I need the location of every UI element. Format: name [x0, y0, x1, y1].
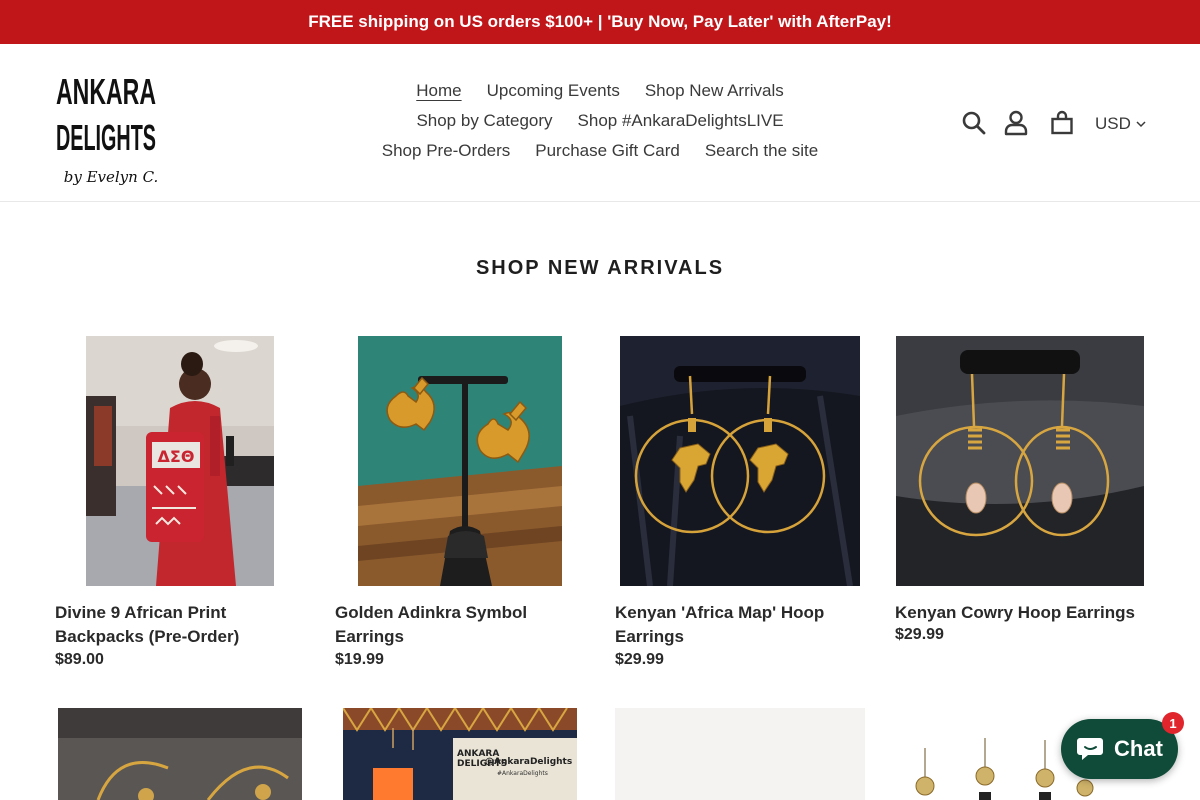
- backpack-letters: ΔΣΘ: [158, 447, 195, 466]
- chevron-down-icon: [1136, 121, 1146, 128]
- nav-shop-live[interactable]: Shop #AnkaraDelightsLIVE: [578, 110, 784, 132]
- account-icon[interactable]: [1004, 110, 1028, 141]
- search-icon[interactable]: [961, 110, 987, 141]
- product-image[interactable]: [620, 336, 860, 586]
- nav-search-site[interactable]: Search the site: [705, 140, 818, 162]
- chat-button[interactable]: Chat: [1061, 719, 1178, 779]
- product-card[interactable]: ANKARA DELIGHTS @AnkaraDelights #AnkaraD…: [343, 708, 577, 800]
- chat-label: Chat: [1114, 736, 1163, 761]
- nav-purchase-gift-card[interactable]: Purchase Gift Card: [535, 140, 680, 162]
- product-name[interactable]: Divine 9 African Print Backpacks (Pre-Or…: [55, 601, 305, 649]
- product-card[interactable]: Golden Adinkra Symbol Earrings $19.99: [335, 336, 585, 676]
- product-image[interactable]: [58, 708, 302, 800]
- logo-tagline: by Evelyn C.: [64, 168, 157, 186]
- nav-shop-pre-orders[interactable]: Shop Pre-Orders: [382, 140, 511, 162]
- product-image[interactable]: ANKARA DELIGHTS @AnkaraDelights #AnkaraD…: [343, 708, 577, 800]
- product-price: $19.99: [335, 651, 384, 668]
- site-header: ANKARA DELIGHTS by Evelyn C. Home Upcomi…: [0, 44, 1200, 202]
- product-name[interactable]: Kenyan Cowry Hoop Earrings: [895, 601, 1145, 625]
- currency-selector[interactable]: USD: [1095, 114, 1146, 134]
- product-image[interactable]: ΔΣΘ: [86, 336, 274, 586]
- sign-handle: @AnkaraDelights: [485, 757, 572, 767]
- product-card[interactable]: Kenyan Cowry Hoop Earrings $29.99: [895, 336, 1145, 656]
- product-image[interactable]: [615, 708, 865, 800]
- product-name[interactable]: Golden Adinkra Symbol Earrings: [335, 601, 585, 649]
- nav-shop-new-arrivals[interactable]: Shop New Arrivals: [645, 80, 784, 102]
- product-card[interactable]: ΔΣΘ Divine 9 African Print Backpacks (Pr…: [55, 336, 305, 676]
- nav-shop-by-category[interactable]: Shop by Category: [416, 110, 552, 132]
- product-price: $29.99: [895, 626, 944, 643]
- sign-tag: #AnkaraDelights: [497, 770, 548, 777]
- product-card[interactable]: Kenyan 'Africa Map' Hoop Earrings $29.99: [615, 336, 865, 676]
- announcement-bar: FREE shipping on US orders $100+ | 'Buy …: [0, 0, 1200, 44]
- product-card[interactable]: [615, 708, 865, 800]
- chat-icon: [1077, 738, 1104, 760]
- product-image[interactable]: [358, 336, 562, 586]
- nav-upcoming-events[interactable]: Upcoming Events: [487, 80, 620, 102]
- nav-row-3: Shop Pre-Orders Purchase Gift Card Searc…: [0, 140, 1200, 162]
- product-name[interactable]: Kenyan 'Africa Map' Hoop Earrings: [615, 601, 865, 649]
- nav-row-1: Home Upcoming Events Shop New Arrivals: [0, 80, 1200, 102]
- chat-unread-badge: 1: [1162, 712, 1184, 734]
- announcement-text: FREE shipping on US orders $100+ | 'Buy …: [308, 12, 892, 31]
- currency-value: USD: [1095, 114, 1131, 133]
- product-image[interactable]: [896, 336, 1144, 586]
- cart-icon[interactable]: [1050, 110, 1074, 141]
- section-title: SHOP NEW ARRIVALS: [475, 257, 725, 279]
- product-card[interactable]: [58, 708, 302, 800]
- nav-home[interactable]: Home: [416, 80, 461, 102]
- product-price: $89.00: [55, 651, 104, 668]
- product-price: $29.99: [615, 651, 664, 668]
